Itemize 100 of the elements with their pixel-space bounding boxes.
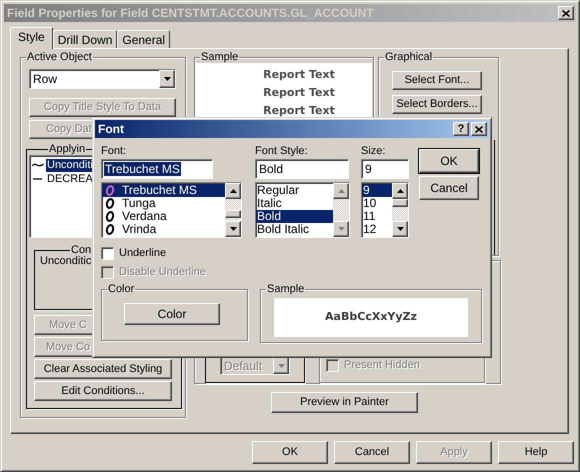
arrow-down-icon (396, 227, 404, 231)
list-item[interactable]: Regular (256, 184, 333, 197)
checkbox-label: Underline (119, 248, 166, 259)
sample-text: Report Text (262, 85, 335, 101)
list-item-label: Bold (256, 210, 282, 223)
scrollbar[interactable] (392, 183, 408, 237)
arrow-down-icon (278, 364, 284, 368)
font-type-icon (105, 185, 115, 196)
list-item[interactable]: Tunga (102, 197, 225, 210)
window-title: Field Properties for Field CENTSTMT.ACCOUNTS.GL_ACCOUNT (6, 5, 374, 22)
scrollbar[interactable] (333, 183, 349, 237)
group-label: Sample (266, 283, 306, 295)
list-item-label: Regular (256, 184, 300, 197)
group-label: Color (107, 283, 136, 295)
font-type-icon (105, 198, 115, 209)
scroll-up-button[interactable] (333, 183, 349, 199)
button[interactable]: Select Borders... (392, 95, 482, 114)
close-button[interactable] (471, 122, 487, 136)
button[interactable]: Clear Associated Styling (34, 359, 172, 379)
sample-text: Report Text (262, 103, 335, 119)
group-label: Sample (200, 51, 240, 63)
dropdown-button[interactable] (159, 70, 175, 88)
close-icon (475, 126, 483, 132)
list-item[interactable]: DECREA (46, 172, 94, 186)
arrow-up-icon (230, 189, 236, 193)
condition-text: Unconditic (39, 256, 92, 267)
scrollbar[interactable] (225, 183, 241, 237)
list-item[interactable]: 9 (362, 184, 392, 197)
list-item-label: Verdana (121, 210, 167, 223)
list-item-label: 11 (362, 210, 376, 223)
button[interactable]: Help (498, 441, 574, 464)
field-value: Trebuchet MS (104, 162, 181, 176)
button[interactable]: OK (419, 149, 479, 173)
arrow-down-icon (338, 227, 344, 231)
list-item-label: Trebuchet MS (121, 184, 197, 197)
font-type-icon (105, 224, 115, 235)
input-field[interactable]: Bold (255, 159, 349, 179)
group-label: Con (70, 244, 92, 256)
close-button[interactable] (558, 6, 574, 20)
dropdown-value: Row (32, 73, 58, 85)
scroll-thumb[interactable] (392, 199, 408, 207)
list-item[interactable]: Bold (256, 210, 333, 223)
field-value: Bold (258, 162, 284, 176)
tab[interactable]: General (117, 30, 170, 48)
field-label: Size: (361, 145, 386, 159)
arrow-down-icon (164, 77, 170, 81)
button[interactable]: Color (124, 303, 220, 325)
group-label: Graphical (384, 51, 434, 63)
group-label: Applyin (48, 143, 86, 155)
arrow-up-icon (396, 189, 404, 193)
font-type-icon (105, 211, 115, 222)
list-item-label: Vrinda (121, 223, 156, 236)
sample-text: AaBbCcXxYyZz (325, 309, 417, 326)
list-item-label: 12 (362, 223, 376, 236)
scroll-down-button[interactable] (333, 221, 349, 237)
scroll-thumb[interactable] (225, 210, 241, 218)
button[interactable]: Edit Conditions... (34, 381, 172, 401)
button[interactable]: Cancel (334, 441, 410, 464)
button[interactable]: Preview in Painter (271, 392, 418, 413)
list-item[interactable]: Unconditi (46, 158, 94, 172)
sample-text: Report Text (262, 67, 335, 83)
list-item[interactable]: Trebuchet MS (102, 184, 225, 197)
help-button[interactable]: ? (453, 122, 469, 136)
wave-icon (32, 162, 44, 168)
field-label: Font Style: (255, 145, 309, 159)
scroll-up-button[interactable] (225, 183, 241, 199)
input-field[interactable]: 9 (361, 159, 409, 179)
checkbox[interactable] (101, 247, 114, 260)
scroll-down-button[interactable] (225, 221, 241, 237)
dash-icon (32, 176, 44, 182)
field-value: 9 (364, 162, 373, 176)
dropdown[interactable]: Row (29, 69, 176, 89)
list-item-label: Tunga (121, 197, 156, 210)
list-item[interactable]: 10 (362, 197, 392, 210)
list-item-label: 10 (362, 197, 376, 210)
list-item[interactable]: Verdana (102, 210, 225, 223)
input-field[interactable]: Trebuchet MS (101, 159, 213, 179)
list-item[interactable]: Italic (256, 197, 333, 210)
button[interactable]: Cancel (419, 176, 479, 200)
arrow-up-icon (338, 189, 344, 193)
group-label: Active Object (26, 51, 93, 63)
tab[interactable]: Drill Down (52, 30, 118, 48)
tab[interactable]: Style (10, 27, 53, 49)
list-item[interactable]: 12 (362, 223, 392, 236)
dialog-title: Font (97, 121, 124, 138)
list-item[interactable]: Vrinda (102, 223, 225, 236)
list-item-label: 9 (362, 184, 370, 197)
arrow-down-icon (230, 227, 236, 231)
field-label: Font: (101, 145, 128, 159)
dropdown-value: Default (223, 360, 264, 372)
list-item-label: Italic (256, 197, 282, 210)
close-icon (562, 10, 570, 16)
scroll-down-button[interactable] (392, 221, 408, 237)
button[interactable]: OK (252, 441, 328, 464)
scroll-up-button[interactable] (392, 183, 408, 199)
list-item[interactable]: Bold Italic (256, 223, 333, 236)
checkbox-label: Present Hidden (344, 360, 420, 371)
list-item-label: Bold Italic (256, 223, 310, 236)
button[interactable]: Select Font... (392, 71, 482, 90)
list-item[interactable]: 11 (362, 210, 392, 223)
